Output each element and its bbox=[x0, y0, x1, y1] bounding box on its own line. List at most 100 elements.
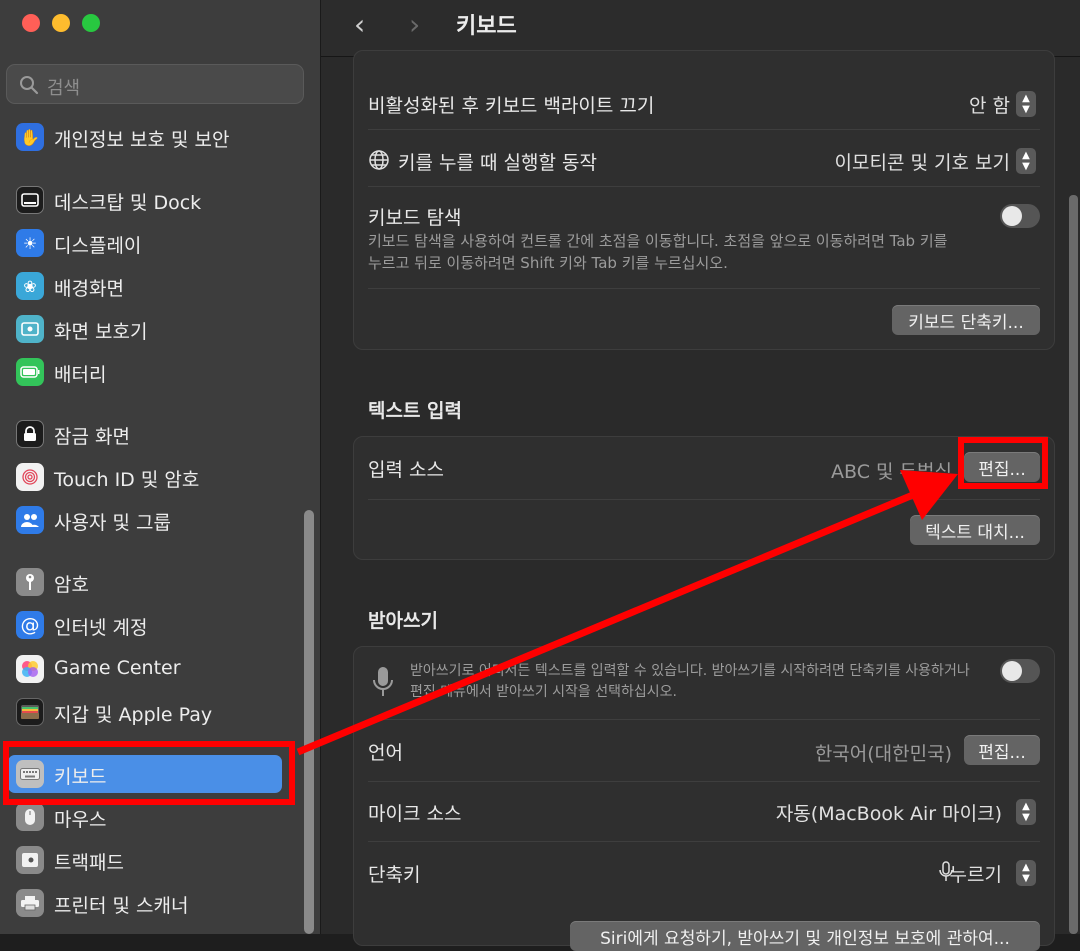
sidebar-item-game-center[interactable]: Game Center bbox=[8, 650, 288, 688]
shortcut-value[interactable]: 누르기 bbox=[950, 860, 1002, 887]
dictation-desc-1: 받아쓰기로 어디서든 텍스트를 입력할 수 있습니다. 받아쓰기를 시작하려면 … bbox=[410, 663, 970, 679]
divider bbox=[368, 719, 1040, 720]
sidebar-item-label: 트랙패드 bbox=[54, 852, 124, 874]
minimize-window-button[interactable] bbox=[52, 14, 70, 32]
lock-icon bbox=[16, 420, 44, 448]
keyboard-navigation-toggle[interactable] bbox=[1000, 204, 1040, 228]
sidebar-item-label: 암호 bbox=[54, 574, 89, 596]
forward-button[interactable]: › bbox=[409, 8, 420, 41]
stepper-icon[interactable]: ▲ ▼ bbox=[1016, 148, 1036, 174]
dictation-desc-2: 편집 메뉴에서 받아쓰기 시작을 선택하십시오. bbox=[410, 684, 677, 700]
siri-privacy-button[interactable]: Siri에게 요청하기, 받아쓰기 및 개인정보 보호에 관하여... bbox=[570, 921, 1040, 951]
divider bbox=[368, 186, 1040, 187]
fingerprint-icon bbox=[16, 463, 44, 491]
sidebar-item-passwords[interactable]: 암호 bbox=[8, 563, 288, 601]
sidebar-item-wallpaper[interactable]: ❀ 배경화면 bbox=[8, 267, 288, 305]
sidebar-item-label: 배경화면 bbox=[54, 278, 124, 300]
sidebar-item-label: 지갑 및 Apple Pay bbox=[54, 704, 213, 726]
sidebar-item-privacy[interactable]: ✋ 개인정보 보호 및 보안 bbox=[8, 118, 288, 156]
dictation-section-title: 받아쓰기 bbox=[368, 610, 438, 632]
sidebar-item-label: 마우스 bbox=[54, 809, 107, 831]
zoom-window-button[interactable] bbox=[82, 14, 100, 32]
search-input[interactable]: 검색 bbox=[6, 64, 304, 104]
sidebar-item-label: 개인정보 보호 및 보안 bbox=[54, 129, 230, 151]
at-icon: @ bbox=[16, 611, 44, 639]
main-scrollbar[interactable] bbox=[1069, 195, 1078, 934]
sidebar-item-printers[interactable]: 프린터 및 스캐너 bbox=[8, 884, 288, 922]
mic-source-value[interactable]: 자동(MacBook Air 마이크) bbox=[776, 799, 1002, 826]
stepper-icon[interactable]: ▲ ▼ bbox=[1016, 860, 1036, 886]
text-input-section-title: 텍스트 입력 bbox=[368, 400, 463, 422]
sidebar-item-label: 화면 보호기 bbox=[54, 321, 148, 343]
keyboard-shortcuts-button[interactable]: 키보드 단축키... bbox=[892, 305, 1040, 335]
mic-source-label: 마이크 소스 bbox=[368, 803, 462, 825]
dock-icon bbox=[16, 186, 44, 214]
dictation-card: 받아쓰기로 어디서든 텍스트를 입력할 수 있습니다. 받아쓰기를 시작하려면 … bbox=[353, 646, 1055, 951]
divider bbox=[368, 288, 1040, 289]
screensaver-icon bbox=[16, 315, 44, 343]
key-icon bbox=[16, 568, 44, 596]
keyboard-highlight-box bbox=[3, 741, 295, 805]
divider bbox=[368, 841, 1040, 842]
divider bbox=[368, 781, 1040, 782]
sidebar-scrollbar[interactable] bbox=[304, 510, 314, 934]
sidebar-item-label: 배터리 bbox=[54, 364, 107, 386]
input-sources-label: 입력 소스 bbox=[368, 459, 444, 481]
text-input-card: 입력 소스 ABC 및 두벌식 편집... 텍스트 대치... bbox=[353, 436, 1055, 560]
game-center-icon bbox=[16, 655, 44, 683]
printer-icon bbox=[16, 889, 44, 917]
sidebar-item-label: Game Center bbox=[54, 657, 181, 679]
keyboard-navigation-desc-2: 누르고 뒤로 이동하려면 Shift 키와 Tab 키를 누르십시오. bbox=[368, 254, 728, 272]
close-window-button[interactable] bbox=[22, 14, 40, 32]
sidebar-item-label: Touch ID 및 암호 bbox=[54, 469, 200, 491]
backlight-value[interactable]: 안 함 bbox=[969, 91, 1010, 118]
dictation-toggle[interactable] bbox=[1000, 659, 1040, 683]
sidebar-item-battery[interactable]: 배터리 bbox=[8, 353, 288, 391]
input-sources-value: ABC 및 두벌식 bbox=[831, 461, 952, 483]
sidebar-item-touch-id[interactable]: Touch ID 및 암호 bbox=[8, 458, 288, 496]
edit-button-highlight-box bbox=[958, 437, 1048, 489]
search-icon bbox=[20, 76, 39, 95]
sidebar-item-label: 디스플레이 bbox=[54, 235, 142, 257]
trackpad-icon bbox=[16, 846, 44, 874]
sun-icon: ☀ bbox=[16, 229, 44, 257]
language-label: 언어 bbox=[368, 742, 403, 764]
keyboard-navigation-label: 키보드 탐색 bbox=[368, 207, 462, 229]
sidebar-item-internet-accounts[interactable]: @ 인터넷 계정 bbox=[8, 606, 288, 644]
text-replacements-button[interactable]: 텍스트 대치... bbox=[910, 515, 1040, 545]
sidebar-item-screensaver[interactable]: 화면 보호기 bbox=[8, 310, 288, 348]
language-edit-button[interactable]: 편집... bbox=[964, 735, 1040, 765]
backlight-label: 비활성화된 후 키보드 백라이트 끄기 bbox=[368, 95, 655, 117]
sidebar-item-label: 프린터 및 스캐너 bbox=[54, 895, 189, 917]
sidebar-item-users[interactable]: 사용자 및 그룹 bbox=[8, 501, 288, 539]
stepper-icon[interactable]: ▲ ▼ bbox=[1016, 91, 1036, 117]
toolbar: ‹ › 키보드 bbox=[321, 0, 1080, 57]
mouse-icon bbox=[16, 803, 44, 831]
globe-key-label: 키를 누를 때 실행할 동작 bbox=[398, 152, 597, 174]
sidebar-item-display[interactable]: ☀ 디스플레이 bbox=[8, 224, 288, 262]
globe-icon bbox=[369, 150, 389, 170]
flower-icon: ❀ bbox=[16, 272, 44, 300]
shortcut-label: 단축키 bbox=[368, 864, 421, 886]
sidebar-item-desktop-dock[interactable]: 데스크탑 및 Dock bbox=[8, 181, 288, 219]
back-button[interactable]: ‹ bbox=[354, 8, 365, 41]
search-placeholder: 검색 bbox=[47, 78, 81, 99]
sidebar-item-label: 인터넷 계정 bbox=[54, 617, 148, 639]
wallet-icon bbox=[16, 698, 44, 726]
language-value: 한국어(대한민국) bbox=[814, 743, 952, 765]
microphone-icon bbox=[373, 667, 393, 696]
keyboard-navigation-desc-1: 키보드 탐색을 사용하여 컨트롤 간에 초점을 이동합니다. 초점을 앞으로 이… bbox=[368, 232, 948, 250]
users-icon bbox=[16, 506, 44, 534]
sidebar-item-lock-screen[interactable]: 잠금 화면 bbox=[8, 415, 288, 453]
sidebar-item-label: 잠금 화면 bbox=[54, 426, 130, 448]
sidebar-item-label: 사용자 및 그룹 bbox=[54, 512, 171, 534]
globe-key-value[interactable]: 이모티콘 및 기호 보기 bbox=[835, 148, 1010, 175]
stepper-icon[interactable]: ▲ ▼ bbox=[1016, 799, 1036, 825]
hand-icon: ✋ bbox=[16, 123, 44, 151]
sidebar-item-wallet[interactable]: 지갑 및 Apple Pay bbox=[8, 693, 288, 731]
divider bbox=[368, 499, 1040, 500]
sidebar-item-label: 데스크탑 및 Dock bbox=[54, 192, 202, 214]
sidebar-item-trackpad[interactable]: 트랙패드 bbox=[8, 841, 288, 879]
page-title: 키보드 bbox=[456, 14, 517, 39]
keyboard-settings-card: 비활성화된 후 키보드 백라이트 끄기 안 함 ▲ ▼ 키를 누를 때 실행할 동… bbox=[353, 50, 1055, 350]
